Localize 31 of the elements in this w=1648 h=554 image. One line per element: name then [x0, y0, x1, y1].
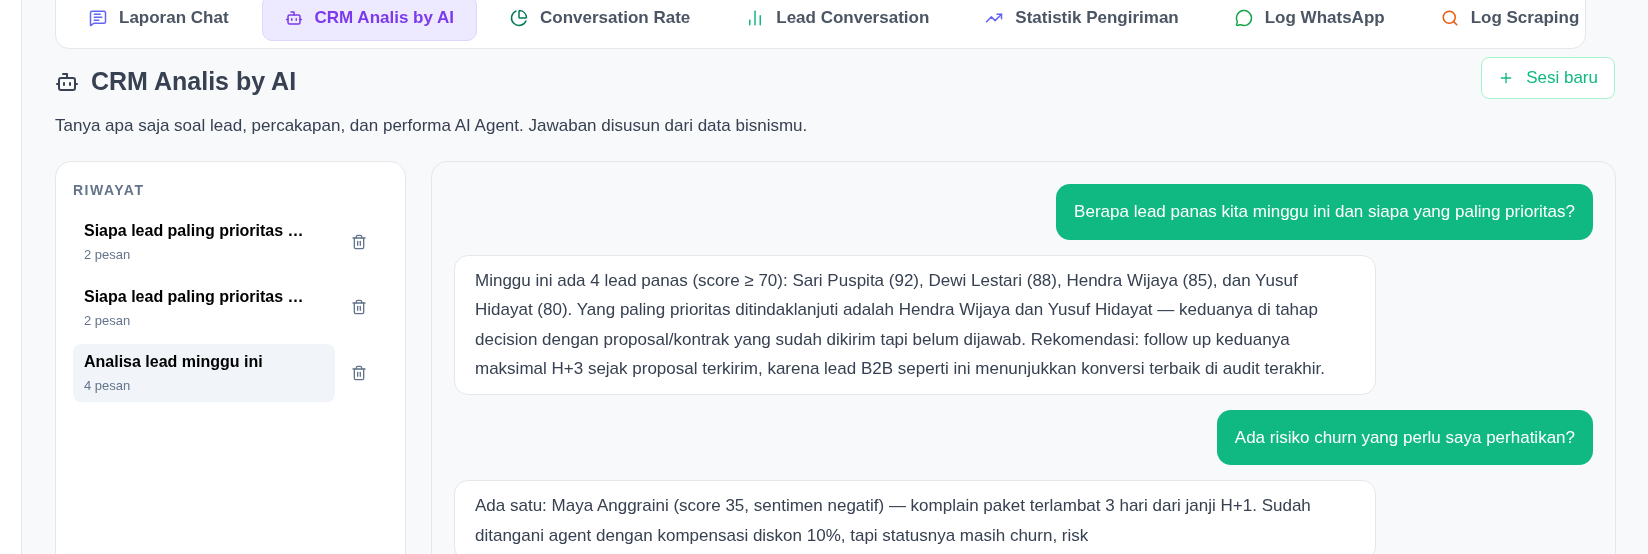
history-item[interactable]: Analisa lead minggu ini 4 pesan: [73, 344, 335, 402]
robot-icon: [284, 8, 303, 27]
assistant-message: Ada satu: Maya Anggraini (score 35, sentimen negatif) — komplain paket terlambat 3 hari dari janji H+1. Sudah ditangani agent dengan kompensasi diskon 10%, tapi statusnya masih churn, risk: [454, 480, 1376, 554]
history-item-title: Analisa lead minggu ini: [84, 352, 264, 372]
tab[interactable]: Log WhatsApp: [1211, 0, 1408, 41]
search-icon: [1440, 8, 1459, 27]
assistant-message: Minggu ini ada 4 lead panas (score ≥ 70): Sari Puspita (92), Dewi Lestari (88), Hendra Wijaya (85), dan Yusuf Hidayat (80). Yang paling prioritas ditindaklanjuti adalah Hendra Wijaya dan Yusuf Hidayat — keduanya di tahap decision dengan proposal/kontrak yang sudah dikirim tapi belum dijawab. Rekomendasi: follow up keduanya maksimal H+3 sejak proposal terkirim, karena lead B2B seperti ini menunjukkan konversi terbaik di audit terakhir.: [454, 254, 1376, 395]
chat-icon: [89, 8, 107, 27]
user-message: Ada risiko churn yang perlu saya perhatikan?: [1216, 409, 1593, 465]
tab[interactable]: Lead Conversation: [723, 0, 953, 41]
history-item[interactable]: Siapa lead paling prioritas … 2 pesan: [73, 278, 335, 336]
trash-icon: [351, 364, 367, 381]
trash-icon: [351, 233, 367, 250]
page-title: CRM Analis by AI: [91, 66, 297, 97]
history-item[interactable]: Siapa lead paling prioritas … 2 pesan: [73, 213, 335, 271]
history-item-title: Siapa lead paling prioritas …: [84, 221, 305, 241]
history-item-title: Siapa lead paling prioritas …: [84, 286, 305, 307]
tab[interactable]: Statistik Pengiriman: [962, 0, 1202, 41]
tab[interactable]: Log Scraping: [1417, 0, 1603, 41]
tab[interactable]: Conversation Rate: [487, 0, 714, 41]
message-count: 4 pesan: [84, 377, 132, 395]
message-count: 2 pesan: [84, 311, 132, 330]
message-count: 2 pesan: [84, 246, 132, 264]
history-heading: RIWAYAT: [73, 181, 146, 200]
tab[interactable]: Laporan Chat: [66, 0, 252, 41]
pie-chart-icon: [510, 8, 529, 27]
trash-icon: [351, 299, 367, 316]
chat-bubble-icon: [1234, 8, 1253, 27]
tab[interactable]: CRM Analis by AI: [261, 0, 478, 41]
user-message: Berapa lead panas kita minggu ini dan siapa yang paling prioritas?: [1056, 184, 1593, 240]
page-subtitle: Tanya apa saja soal lead, percakapan, dan performa AI Agent. Jawaban disusun dari data bisnismu.: [55, 114, 808, 137]
